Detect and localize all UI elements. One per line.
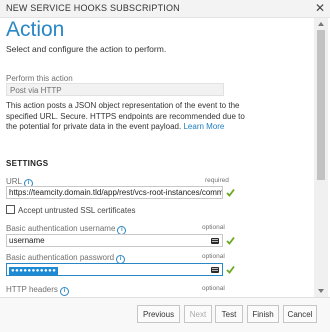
perform-action-label: Perform this action [6,74,73,83]
accept-ssl-row[interactable]: Accept untrusted SSL certificates [6,205,136,215]
http-headers-label: HTTP headers i [6,285,69,296]
keyboard-icon[interactable] [211,267,219,273]
test-button[interactable]: Test [215,305,243,323]
page-title: Action [6,18,65,41]
learn-more-link[interactable]: Learn More [183,122,224,131]
close-icon[interactable]: ✕ [313,1,327,15]
username-optional-text: optional [202,224,225,231]
password-optional-text: optional [202,253,225,260]
next-button[interactable]: Next [184,305,212,323]
accept-ssl-label: Accept untrusted SSL certificates [18,206,136,215]
page-subtitle: Select and configure the action to perfo… [6,44,167,54]
username-label-text: Basic authentication username [6,224,116,233]
password-value: ●●●●●●●●●●● [9,267,59,275]
http-headers-optional-text: optional [202,285,225,292]
scroll-thumb[interactable] [317,30,325,180]
previous-button[interactable]: Previous [137,305,180,323]
cancel-button[interactable]: Cancel [283,305,317,323]
keyboard-icon[interactable] [211,238,219,244]
info-icon[interactable]: i [59,287,69,296]
perform-action-field: Post via HTTP [6,83,224,96]
vertical-scrollbar[interactable] [314,18,328,297]
url-label-text: URL [6,177,23,186]
dialog-title: NEW SERVICE HOOKS SUBSCRIPTION [6,3,180,13]
http-headers-label-text: HTTP headers [6,285,58,294]
scroll-down-icon[interactable] [314,285,328,297]
url-required-text: required [205,177,229,184]
action-description: This action posts a JSON object represen… [6,101,258,133]
checkmark-icon [226,265,235,274]
accept-ssl-checkbox[interactable] [6,205,15,214]
password-label-text: Basic authentication password [6,253,115,262]
dialog-footer: Previous Next Test Finish Cancel [0,297,330,332]
password-input[interactable]: ●●●●●●●●●●● [6,263,223,276]
settings-heading: SETTINGS [6,159,49,168]
dialog-content: Action Select and configure the action t… [6,18,313,297]
scroll-up-icon[interactable] [314,18,328,30]
username-input[interactable]: username [6,234,223,247]
url-input[interactable]: https://teamcity.domain.tld/app/rest/vcs… [6,186,223,199]
checkmark-icon [226,236,235,245]
checkmark-icon [226,188,235,197]
finish-button[interactable]: Finish [247,305,279,323]
dialog-header: NEW SERVICE HOOKS SUBSCRIPTION ✕ [0,0,330,18]
